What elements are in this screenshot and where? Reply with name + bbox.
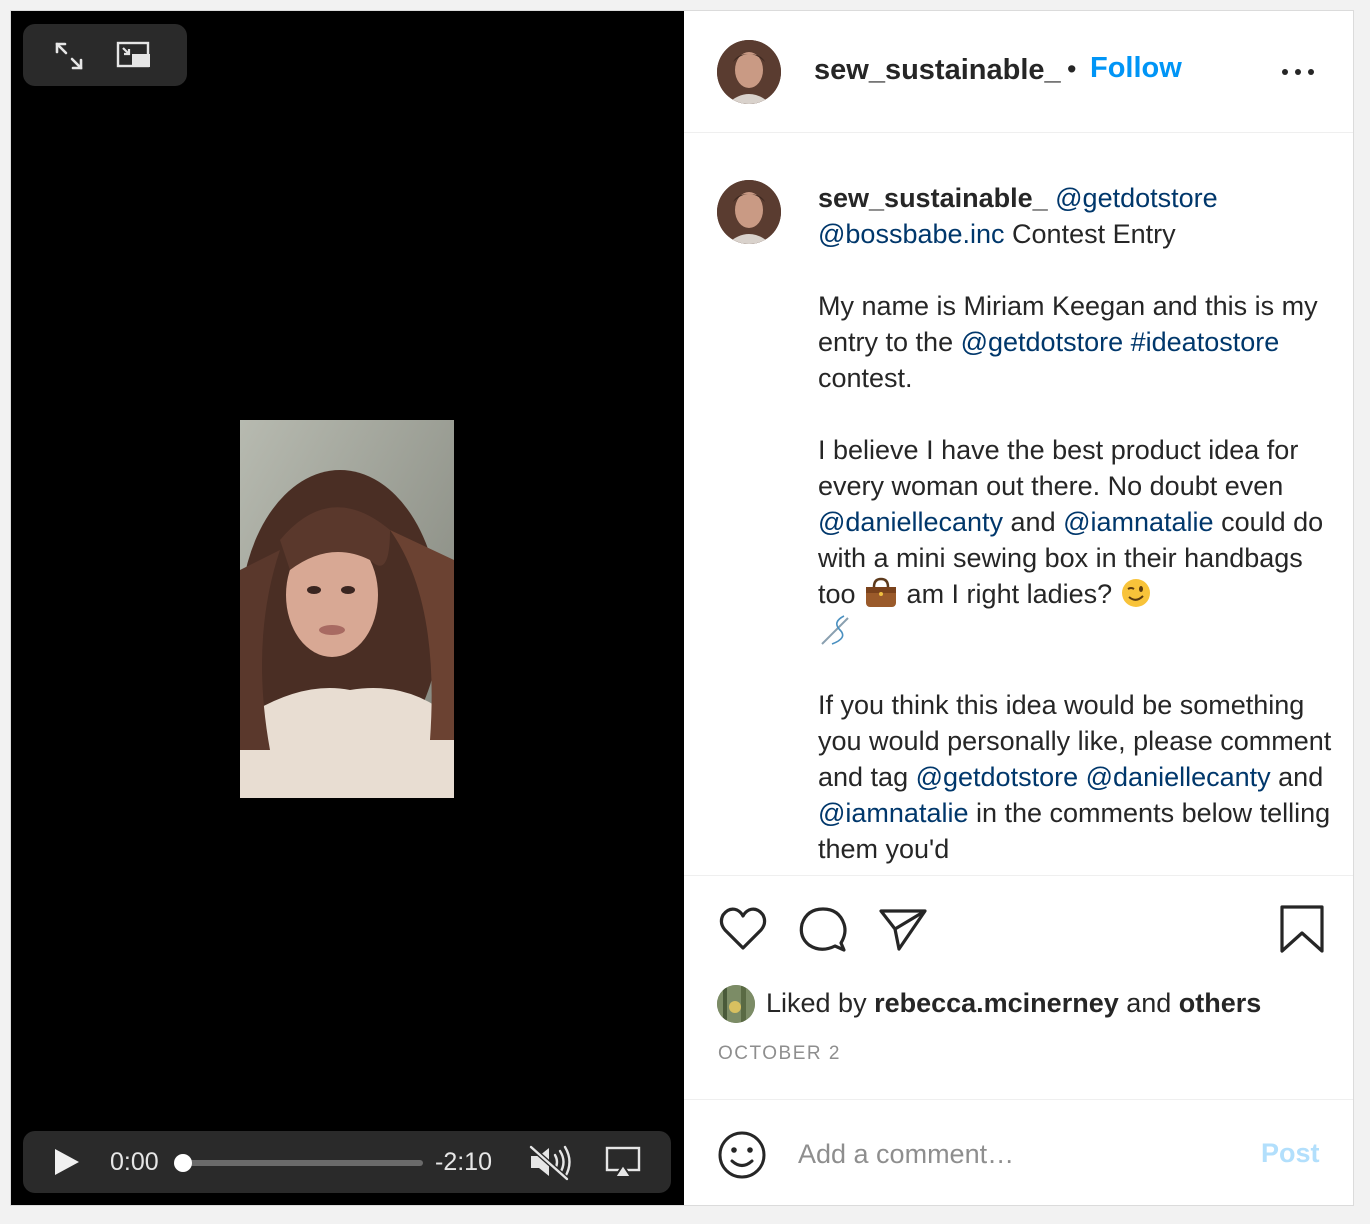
mention-link[interactable]: @getdotstore: [1055, 183, 1218, 213]
emoji-smile-icon[interactable]: [717, 1130, 767, 1180]
mention-link[interactable]: @getdotstore: [961, 327, 1124, 357]
avatar[interactable]: [717, 40, 781, 104]
post-comment-button[interactable]: Post: [1261, 1138, 1320, 1169]
progress-knob[interactable]: [174, 1154, 192, 1172]
post-actions: [684, 899, 1353, 959]
picture-in-picture-icon[interactable]: [115, 38, 151, 74]
video-controls: 0:00 -2:10: [23, 1131, 671, 1193]
heart-icon[interactable]: [717, 903, 769, 955]
winking-face-emoji-icon: [1121, 579, 1150, 607]
caption-text: Contest Entry: [1004, 219, 1176, 249]
post-side-panel: sew_sustainable_ • Follow sew_sustainabl…: [684, 11, 1353, 1205]
mention-link[interactable]: @iamnatalie: [818, 798, 968, 828]
liker-avatar[interactable]: [717, 985, 755, 1023]
share-icon[interactable]: [877, 903, 929, 955]
avatar[interactable]: [717, 180, 781, 244]
caption-username[interactable]: sew_sustainable_: [818, 183, 1048, 213]
hashtag-link[interactable]: #ideatostore: [1131, 327, 1280, 357]
caption-scroll-area[interactable]: sew_sustainable_ @getdotstore @bossbabe.…: [684, 133, 1353, 876]
add-comment-bar: Post: [684, 1099, 1353, 1206]
mention-link[interactable]: @daniellecanty: [818, 507, 1003, 537]
comment-input[interactable]: [796, 1128, 1240, 1180]
current-time: 0:00: [110, 1148, 159, 1176]
mention-link[interactable]: @getdotstore: [916, 762, 1079, 792]
likes-text: Liked by rebecca.mcinerney and others: [766, 988, 1262, 1018]
window-controls: [23, 24, 187, 86]
video-player[interactable]: 0:00 -2:10: [11, 11, 684, 1205]
caption-text: and: [1003, 507, 1064, 537]
caption-text: am I right ladies?: [899, 579, 1120, 609]
others-link[interactable]: others: [1179, 988, 1262, 1018]
bookmark-icon[interactable]: [1276, 903, 1328, 955]
separator-dot: •: [1067, 54, 1077, 84]
airplay-icon[interactable]: [605, 1145, 641, 1179]
expand-icon[interactable]: [51, 38, 87, 74]
post-header: sew_sustainable_ • Follow: [684, 11, 1353, 133]
post-date[interactable]: OCTOBER 2: [718, 1043, 841, 1065]
caption-text: and: [1270, 762, 1324, 792]
post-caption: sew_sustainable_ @getdotstore @bossbabe.…: [818, 180, 1338, 875]
mention-link[interactable]: @daniellecanty: [1086, 762, 1271, 792]
mute-icon[interactable]: [527, 1143, 575, 1181]
follow-button[interactable]: Follow: [1090, 52, 1182, 85]
post-dialog: 0:00 -2:10 sew_sustainable_ • Follow sew…: [10, 10, 1354, 1206]
sewing-needle-emoji-icon: [821, 615, 849, 645]
video-frame: [240, 420, 454, 798]
comment-icon[interactable]: [797, 903, 849, 955]
mention-link[interactable]: @bossbabe.inc: [818, 219, 1005, 249]
author-username[interactable]: sew_sustainable_: [814, 54, 1061, 87]
handbag-emoji-icon: [866, 577, 897, 607]
mention-link[interactable]: @iamnatalie: [1063, 507, 1213, 537]
play-icon[interactable]: [51, 1147, 81, 1177]
liker-username[interactable]: rebecca.mcinerney: [874, 988, 1119, 1018]
more-options-icon[interactable]: [1280, 61, 1316, 81]
caption-text: I believe I have the best product idea f…: [818, 435, 1299, 501]
progress-track[interactable]: [174, 1154, 423, 1172]
caption-text: contest.: [818, 363, 913, 393]
remaining-time: -2:10: [435, 1148, 492, 1176]
